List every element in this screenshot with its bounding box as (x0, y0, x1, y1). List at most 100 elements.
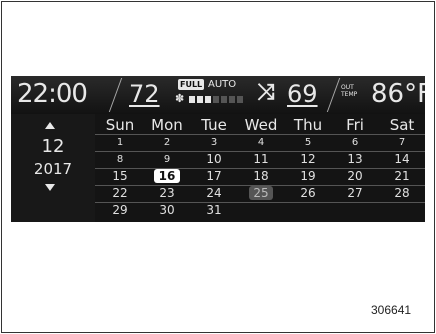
calendar-day-14[interactable]: 14 (377, 152, 425, 167)
calendar-day-31[interactable]: 31 (189, 203, 239, 218)
calendar-day-label: 31 (206, 203, 222, 217)
weekday-wed: Wed (244, 116, 278, 134)
calendar-day-label: 16 (153, 169, 181, 183)
outside-temp-label: OUT TEMP (341, 84, 357, 98)
calendar-day-5[interactable]: 5 (283, 135, 333, 150)
calendar-day-label: 18 (253, 169, 269, 183)
passenger-temperature[interactable]: 69 (287, 80, 318, 108)
calendar-day-label: 4 (257, 137, 265, 148)
outside-label-line2: TEMP (341, 91, 358, 98)
calendar-day-12[interactable]: 12 (283, 152, 333, 167)
calendar-day-7[interactable]: 7 (377, 135, 425, 150)
fan-speed-bar (189, 96, 195, 103)
calendar-day-label: 10 (206, 152, 222, 166)
weekday-tue: Tue (201, 116, 227, 134)
fan-speed-indicator (189, 96, 243, 103)
calendar-day-label: 25 (249, 186, 273, 200)
outside-label-line1: OUT (341, 84, 354, 91)
calendar-day-label: 21 (394, 169, 410, 183)
fan-speed-bar (229, 96, 235, 103)
calendar-day-label: 28 (394, 186, 410, 200)
calendar-day-label: 22 (112, 186, 128, 200)
calendar-day-30[interactable]: 30 (142, 203, 192, 218)
climate-calendar-display: 22:00 72 FULL AUTO ✽ ⤨ 69 OUT TEMP 86°F … (11, 76, 425, 222)
figure-number: 306641 (371, 303, 412, 317)
calendar-day-11[interactable]: 11 (236, 152, 286, 167)
full-badge: FULL (178, 79, 205, 90)
calendar-week-row: 22 23 24 25 26 27 28 (95, 185, 425, 202)
calendar-day-label: 20 (347, 169, 363, 183)
fan-speed-bar (197, 96, 203, 103)
calendar-day-label: 19 (300, 169, 316, 183)
month-value: 12 (41, 136, 65, 157)
calendar-day-1[interactable]: 1 (95, 135, 145, 150)
divider (108, 78, 123, 112)
outside-temperature: 86°F (371, 79, 425, 109)
calendar-day-label: 14 (394, 152, 410, 166)
calendar-day-2[interactable]: 2 (142, 135, 192, 150)
down-arrow-icon[interactable] (45, 184, 55, 191)
calendar-day-13[interactable]: 13 (330, 152, 380, 167)
calendar-day-16[interactable]: 16 (142, 169, 192, 184)
divider (326, 78, 341, 112)
calendar-day-29[interactable]: 29 (95, 203, 145, 218)
fan-speed-bar (221, 96, 227, 103)
calendar-day-26[interactable]: 26 (283, 186, 333, 201)
calendar-week-row: 29 30 31 (95, 202, 425, 219)
calendar-week-row: 15 16 17 18 19 20 21 (95, 168, 425, 185)
calendar-day-8[interactable]: 8 (95, 152, 145, 167)
up-arrow-icon[interactable] (45, 122, 55, 129)
calendar-day-label: 26 (300, 186, 316, 200)
weekday-fri: Fri (346, 116, 364, 134)
auto-label: AUTO (208, 79, 237, 90)
calendar-day-15[interactable]: 15 (95, 169, 145, 184)
calendar-day-label: 29 (112, 203, 128, 217)
calendar-day-10[interactable]: 10 (189, 152, 239, 167)
calendar-week-row: 1 2 3 4 5 6 7 (95, 134, 425, 151)
weekday-sun: Sun (105, 116, 135, 134)
calendar-day-27[interactable]: 27 (330, 186, 380, 201)
fan-speed-bar (205, 96, 211, 103)
calendar-day-label: 12 (300, 152, 316, 166)
calendar-day-label: 11 (253, 152, 269, 166)
weekday-mon: Mon (151, 116, 183, 134)
calendar-day-4[interactable]: 4 (236, 135, 286, 150)
weekday-thu: Thu (293, 116, 323, 134)
calendar-day-label: 2 (163, 137, 171, 148)
calendar-day-label: 1 (116, 137, 124, 148)
calendar-panel: 12 2017 Sun Mon Tue Wed Thu Fri Sat 1234567891… (11, 114, 425, 222)
calendar-day-24[interactable]: 24 (189, 186, 239, 201)
calendar-day-9[interactable]: 9 (142, 152, 192, 167)
airflow-mode-icon[interactable]: ⤨ (257, 80, 275, 105)
calendar-day-label: 3 (210, 137, 218, 148)
calendar-day-3[interactable]: 3 (189, 135, 239, 150)
year-value: 2017 (33, 160, 73, 178)
calendar-day-17[interactable]: 17 (189, 169, 239, 184)
calendar-day-28[interactable]: 28 (377, 186, 425, 201)
fan-speed-bar (213, 96, 219, 103)
calendar-day-19[interactable]: 19 (283, 169, 333, 184)
calendar-day-18[interactable]: 18 (236, 169, 286, 184)
fan-speed-bar (237, 96, 243, 103)
climate-status-bar: 22:00 72 FULL AUTO ✽ ⤨ 69 OUT TEMP 86°F (11, 76, 425, 114)
calendar-day-label: 15 (112, 169, 128, 183)
month-year-selector: 12 2017 (11, 114, 95, 222)
calendar-day-6[interactable]: 6 (330, 135, 380, 150)
calendar-day-25[interactable]: 25 (236, 186, 286, 201)
calendar-day-21[interactable]: 21 (377, 169, 425, 184)
calendar-week-row: 8 9 10 11 12 13 14 (95, 151, 425, 168)
weekday-sat: Sat (389, 116, 415, 134)
calendar-day-label: 9 (163, 154, 171, 165)
calendar-day-22[interactable]: 22 (95, 186, 145, 201)
calendar-day-label: 6 (351, 137, 359, 148)
calendar-day-label: 7 (398, 137, 406, 148)
calendar-day-23[interactable]: 23 (142, 186, 192, 201)
calendar-day-label: 30 (159, 203, 175, 217)
calendar-day-label: 5 (304, 137, 312, 148)
calendar-day-label: 13 (347, 152, 363, 166)
driver-temperature[interactable]: 72 (129, 80, 160, 108)
fan-icon: ✽ (175, 92, 185, 105)
calendar-day-label: 24 (206, 186, 222, 200)
calendar-day-label: 8 (116, 154, 124, 165)
calendar-day-20[interactable]: 20 (330, 169, 380, 184)
